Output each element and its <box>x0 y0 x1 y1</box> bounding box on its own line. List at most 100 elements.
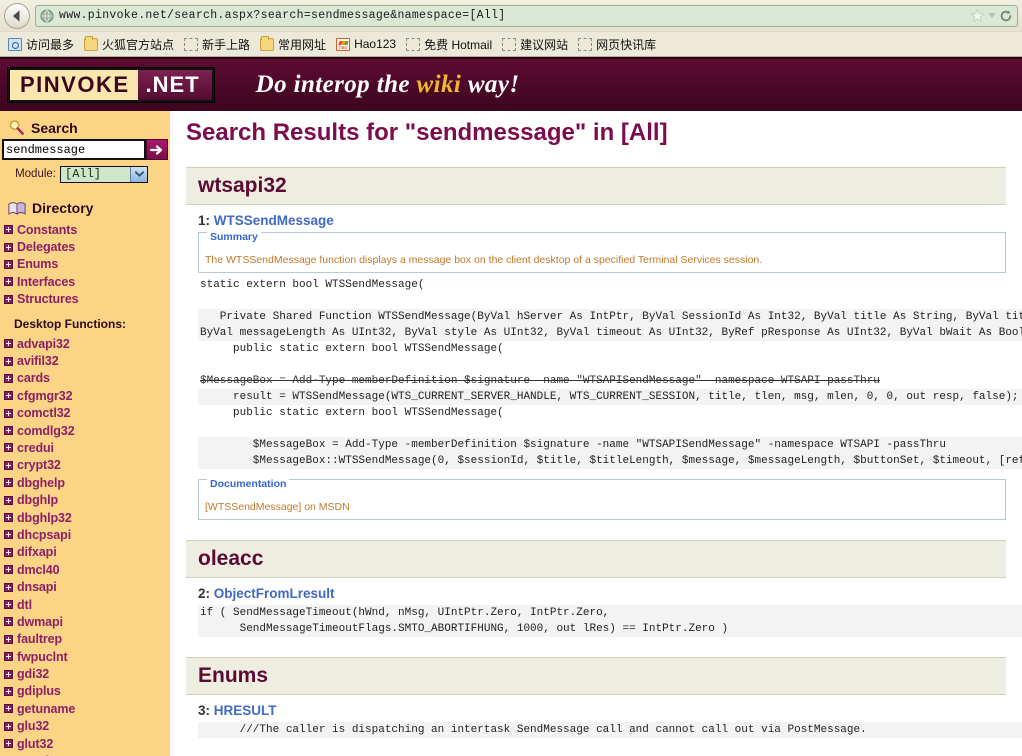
sidebar-item-dmcl40[interactable]: dmcl40 <box>4 561 170 578</box>
reload-icon[interactable] <box>999 9 1013 23</box>
bookmark-item[interactable]: 建议网站 <box>498 35 572 54</box>
sidebar-item-avifil32[interactable]: avifil32 <box>4 352 170 369</box>
expand-plus-icon[interactable] <box>4 426 13 436</box>
result-link[interactable]: HRESULT <box>214 703 277 718</box>
sidebar-item-dbghlp[interactable]: dbghlp <box>4 491 170 508</box>
documentation-link[interactable]: [WTSSendMessage] on MSDN <box>205 501 350 513</box>
sidebar-item-faultrep[interactable]: faultrep <box>4 631 170 648</box>
sidebar-item-cfgmgr32[interactable]: cfgmgr32 <box>4 387 170 404</box>
back-button[interactable] <box>4 2 30 29</box>
sidebar-item-crypt32[interactable]: crypt32 <box>4 457 170 474</box>
expand-plus-icon[interactable] <box>4 478 13 488</box>
sidebar-item-constants[interactable]: Constants <box>4 221 170 238</box>
expand-plus-icon[interactable] <box>4 356 13 366</box>
bookmark-item[interactable]: 网页快讯库 <box>574 35 660 54</box>
sidebar-item-comdlg32[interactable]: comdlg32 <box>4 422 170 439</box>
sidebar-item-dbghelp[interactable]: dbghelp <box>4 474 170 491</box>
chevron-down-icon[interactable] <box>130 166 147 182</box>
expand-plus-icon[interactable] <box>4 513 13 523</box>
bookmark-label: 免费 Hotmail <box>424 37 493 52</box>
result-link[interactable]: WTSSendMessage <box>214 213 334 228</box>
expand-plus-icon[interactable] <box>4 294 13 304</box>
search-results: wtsapi32 1: WTSSendMessage Summary The WTSS… <box>172 167 1022 739</box>
sidebar-item-gsapi[interactable]: gsapi <box>4 752 170 756</box>
result-section: wtsapi32 1: WTSSendMessage Summary The WTSS… <box>186 167 1022 521</box>
sidebar-item-enums[interactable]: Enums <box>4 256 170 273</box>
bookmark-item[interactable]: 免费 Hotmail <box>402 35 496 54</box>
expand-plus-icon[interactable] <box>4 339 13 349</box>
expand-plus-icon[interactable] <box>4 495 13 505</box>
arrow-right-icon <box>149 144 163 155</box>
sidebar-item-delegates[interactable]: Delegates <box>4 238 170 255</box>
sidebar-item-advapi32[interactable]: advapi32 <box>4 335 170 352</box>
globe-icon <box>40 8 54 23</box>
bookmark-item[interactable]: 火狐官方站点 <box>80 35 178 54</box>
bookmark-star-icon[interactable] <box>970 8 985 23</box>
expand-plus-icon[interactable] <box>4 721 13 731</box>
sidebar-item-dbghlp32[interactable]: dbghlp32 <box>4 509 170 526</box>
sidebar-item-comctl32[interactable]: comctl32 <box>4 405 170 422</box>
sidebar-item-interfaces[interactable]: Interfaces <box>4 273 170 290</box>
expand-plus-icon[interactable] <box>4 391 13 401</box>
module-select[interactable]: [All] <box>60 165 148 183</box>
bookmark-item[interactable]: 访问最多 <box>4 35 78 54</box>
expand-plus-icon[interactable] <box>4 686 13 696</box>
expand-plus-icon[interactable] <box>4 277 13 287</box>
expand-plus-icon[interactable] <box>4 225 13 235</box>
result-link[interactable]: ObjectFromLresult <box>214 586 335 601</box>
search-heading: Search <box>0 111 170 139</box>
sidebar-item-dtl[interactable]: dtl <box>4 596 170 613</box>
sidebar-item-dnsapi[interactable]: dnsapi <box>4 578 170 595</box>
url-bar[interactable]: www.pinvoke.net/search.aspx?search=sendm… <box>35 4 1018 27</box>
sidebar-item-gdiplus[interactable]: gdiplus <box>4 683 170 700</box>
search-submit-button[interactable] <box>146 139 168 160</box>
expand-plus-icon[interactable] <box>4 547 13 557</box>
sidebar-item-fwpuclnt[interactable]: fwpuclnt <box>4 648 170 665</box>
folder-icon <box>260 35 275 51</box>
expand-plus-icon[interactable] <box>4 242 13 252</box>
code-line: ///The caller is dispatching an intertas… <box>198 722 1022 739</box>
sidebar-item-difxapi[interactable]: difxapi <box>4 544 170 561</box>
expand-plus-icon[interactable] <box>4 460 13 470</box>
bookmark-item[interactable]: Hao123 <box>332 36 400 52</box>
expand-plus-icon[interactable] <box>4 704 13 714</box>
sidebar-item-dhcpsapi[interactable]: dhcpsapi <box>4 526 170 543</box>
sidebar-item-label: gdi32 <box>17 667 50 682</box>
sidebar-item-dwmapi[interactable]: dwmapi <box>4 613 170 630</box>
expand-plus-icon[interactable] <box>4 530 13 540</box>
expand-plus-icon[interactable] <box>4 652 13 662</box>
expand-plus-icon[interactable] <box>4 582 13 592</box>
expand-plus-icon[interactable] <box>4 617 13 627</box>
section-title: Enums <box>198 664 269 688</box>
result-entry-heading: 3: HRESULT <box>198 703 1022 718</box>
site-logo[interactable]: PINVOKE .NET <box>8 68 214 102</box>
sidebar-item-getuname[interactable]: getuname <box>4 700 170 717</box>
expand-plus-icon[interactable] <box>4 408 13 418</box>
bookmark-item[interactable]: 新手上路 <box>180 35 254 54</box>
expand-plus-icon[interactable] <box>4 669 13 679</box>
sidebar-item-label: dwmapi <box>17 614 63 629</box>
sidebar-item-glut32[interactable]: glut32 <box>4 735 170 752</box>
sidebar-item-glu32[interactable]: glu32 <box>4 718 170 735</box>
expand-plus-icon[interactable] <box>4 373 13 383</box>
sidebar-item-cards[interactable]: cards <box>4 370 170 387</box>
sidebar-item-credui[interactable]: credui <box>4 439 170 456</box>
search-heading-label: Search <box>31 119 78 136</box>
expand-plus-icon[interactable] <box>4 739 13 749</box>
expand-plus-icon[interactable] <box>4 600 13 609</box>
sidebar-item-structures[interactable]: Structures <box>4 291 170 308</box>
search-input[interactable] <box>2 139 146 160</box>
url-text[interactable]: www.pinvoke.net/search.aspx?search=sendm… <box>59 9 970 22</box>
chevron-down-icon[interactable] <box>988 13 996 18</box>
sidebar-item-label: dbghelp <box>17 475 65 490</box>
code-block: static extern bool WTSSendMessage( Priva… <box>198 277 1022 470</box>
sidebar-item-label: crypt32 <box>17 458 61 473</box>
sidebar-item-gdi32[interactable]: gdi32 <box>4 665 170 682</box>
expand-plus-icon[interactable] <box>4 259 13 269</box>
result-entry: 3: HRESULT ///The caller is dispatching … <box>186 695 1022 739</box>
code-line: $MessageBox = Add-Type memberDefinition … <box>200 375 880 388</box>
expand-plus-icon[interactable] <box>4 443 13 453</box>
bookmark-item[interactable]: 常用网址 <box>256 35 330 54</box>
expand-plus-icon[interactable] <box>4 634 13 644</box>
expand-plus-icon[interactable] <box>4 565 13 575</box>
